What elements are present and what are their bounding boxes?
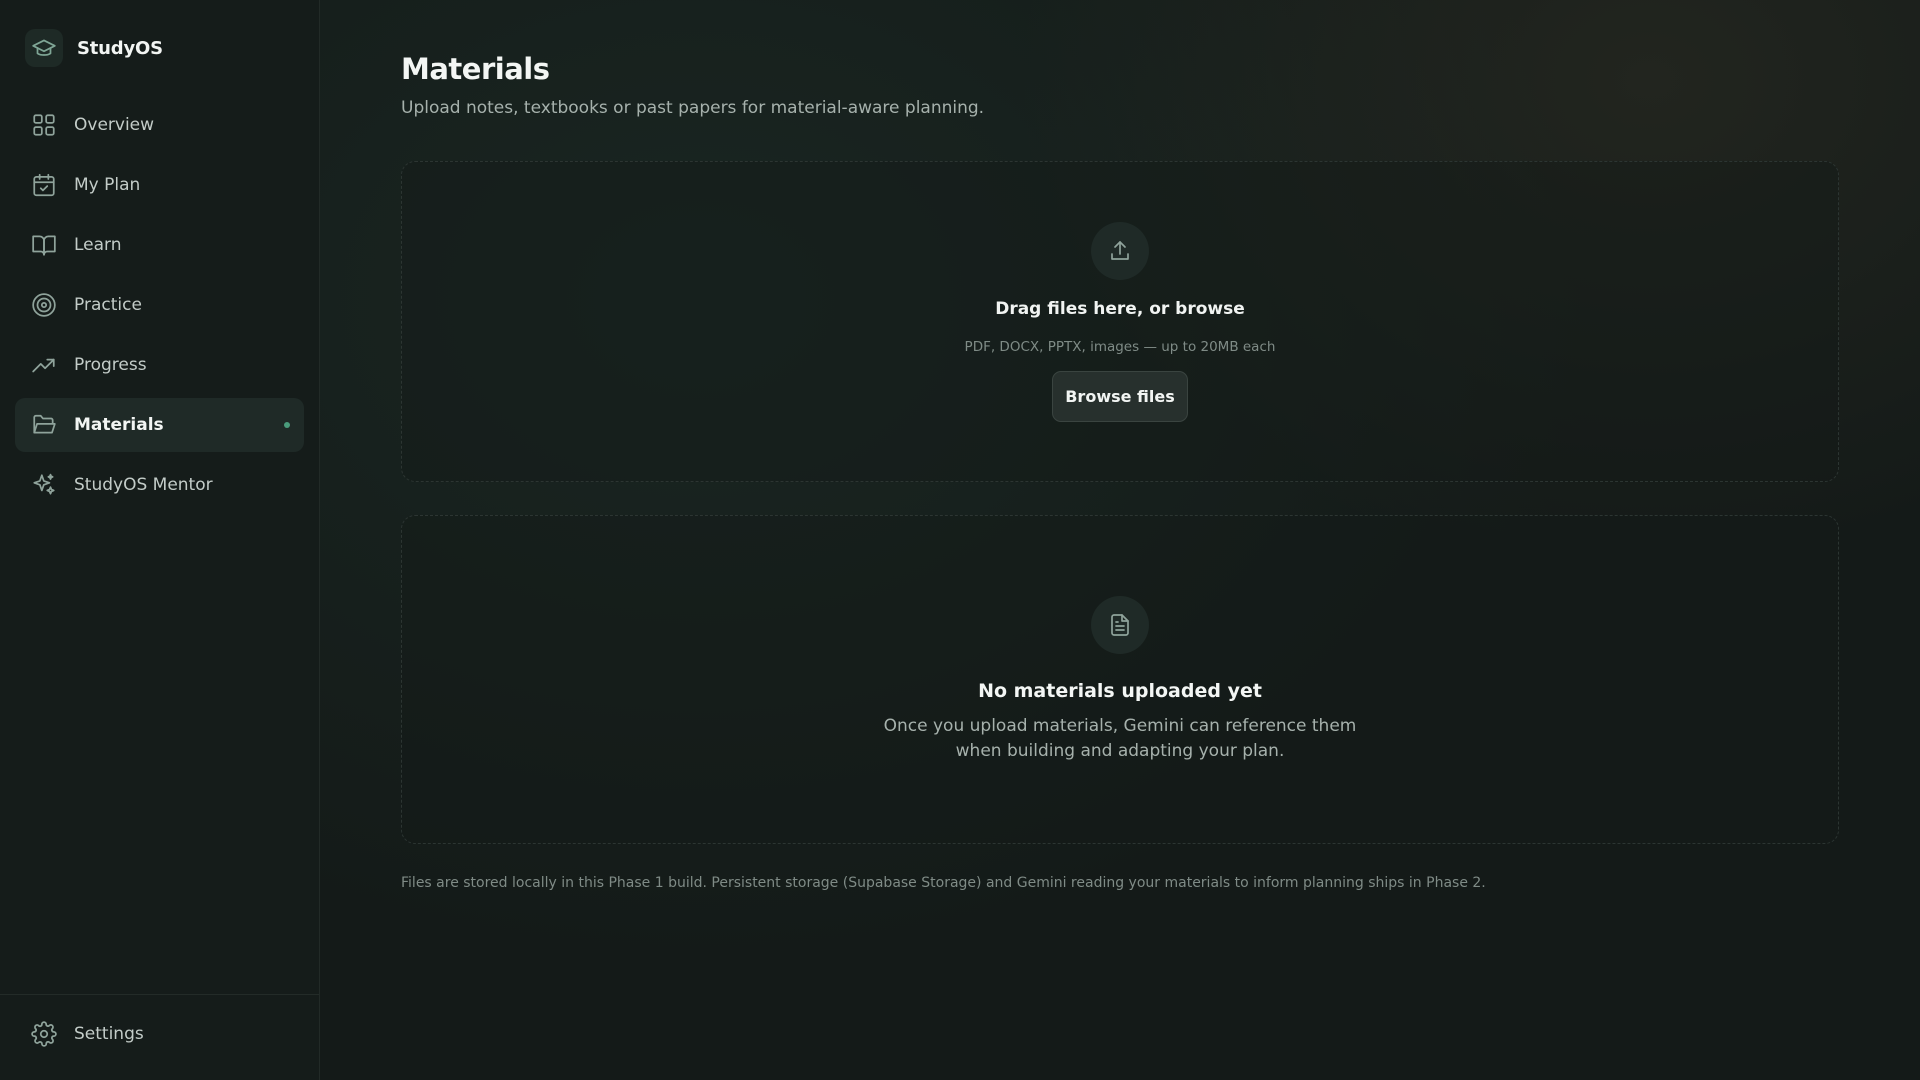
sidebar-item-label: Practice [74,295,142,315]
sidebar-item-label: Overview [74,115,155,135]
page-title: Materials [401,52,550,86]
sidebar-item-label: Materials [74,415,164,435]
main-content: Materials Upload notes, textbooks or pas… [320,0,1920,1080]
sidebar: StudyOS Overview My Plan Learn Practice … [0,0,320,1080]
sidebar-item-practice[interactable]: Practice [15,278,304,332]
folder-open-icon [30,411,58,439]
sidebar-footer: Settings [0,994,319,1080]
browse-files-button[interactable]: Browse files [1052,371,1188,422]
calendar-check-icon [30,171,58,199]
empty-state-title: No materials uploaded yet [978,680,1262,702]
grid-icon [30,111,58,139]
settings-label: Settings [74,1024,144,1044]
file-text-icon [1091,596,1149,654]
book-open-icon [30,231,58,259]
sidebar-item-learn[interactable]: Learn [15,218,304,272]
brand-name: StudyOS [77,37,163,59]
sidebar-item-studyos-mentor[interactable]: StudyOS Mentor [15,458,304,512]
dropzone-hint: PDF, DOCX, PPTX, images — up to 20MB eac… [964,339,1276,355]
trending-up-icon [30,351,58,379]
graduation-cap-icon [25,29,63,67]
sidebar-item-label: My Plan [74,175,141,195]
sidebar-item-label: Progress [74,355,147,375]
sidebar-item-label: StudyOS Mentor [74,475,213,495]
page-subtitle: Upload notes, textbooks or past papers f… [401,98,985,118]
sparkles-icon [30,471,58,499]
sidebar-item-my-plan[interactable]: My Plan [15,158,304,212]
sidebar-item-progress[interactable]: Progress [15,338,304,392]
upload-icon [1091,222,1149,280]
sidebar-item-settings[interactable]: Settings [30,1020,144,1048]
gear-icon [30,1020,58,1048]
storage-footnote: Files are stored locally in this Phase 1… [401,875,1486,891]
empty-state-description: Once you upload materials, Gemini can re… [883,716,1357,761]
dropzone-title: Drag files here, or browse [995,299,1245,319]
target-icon [30,291,58,319]
sidebar-item-materials[interactable]: Materials [15,398,304,452]
sidebar-nav: Overview My Plan Learn Practice Progress… [15,98,304,518]
active-indicator-dot [284,422,290,428]
brand[interactable]: StudyOS [25,29,163,67]
sidebar-item-label: Learn [74,235,122,255]
sidebar-item-overview[interactable]: Overview [15,98,304,152]
upload-dropzone[interactable]: Drag files here, or browse PDF, DOCX, PP… [401,161,1839,482]
app-window: StudyOS Overview My Plan Learn Practice … [0,0,1920,1080]
empty-state-card: No materials uploaded yet Once you uploa… [401,515,1839,844]
